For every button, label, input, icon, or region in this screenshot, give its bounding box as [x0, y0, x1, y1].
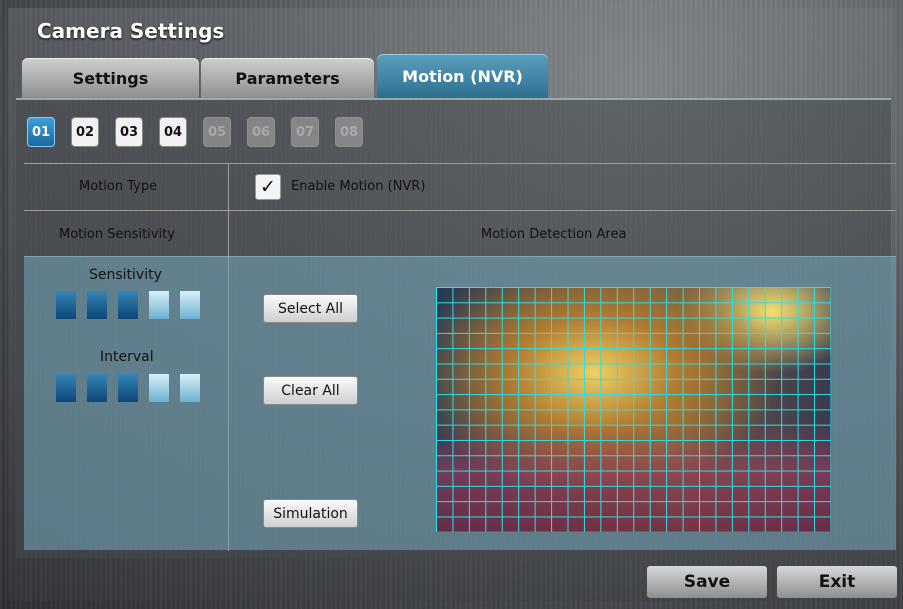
divider [24, 210, 896, 211]
window-title: Camera Settings [37, 19, 225, 43]
sensitivity-segment[interactable] [87, 291, 107, 319]
motion-sensitivity-header: Motion Sensitivity [59, 227, 175, 242]
interval-segment[interactable] [118, 374, 138, 402]
detection-grid-overlay[interactable] [436, 287, 831, 532]
channel-02-button[interactable]: 02 [71, 117, 99, 147]
divider [24, 163, 896, 164]
save-button[interactable]: Save [647, 566, 767, 598]
clear-all-button[interactable]: Clear All [263, 376, 358, 405]
channel-06-button: 06 [247, 117, 275, 147]
sensitivity-segment[interactable] [149, 291, 169, 319]
tab-parameters[interactable]: Parameters [201, 58, 374, 98]
exit-button[interactable]: Exit [777, 566, 897, 598]
sensitivity-segment[interactable] [180, 291, 200, 319]
channel-03-button[interactable]: 03 [115, 117, 143, 147]
tab-motion-nvr[interactable]: Motion (NVR) [377, 54, 548, 98]
motion-detection-area-header: Motion Detection Area [481, 227, 627, 242]
sensitivity-segment[interactable] [56, 291, 76, 319]
channel-05-button: 05 [203, 117, 231, 147]
interval-segment[interactable] [87, 374, 107, 402]
sensitivity-label: Sensitivity [89, 267, 162, 283]
interval-segment[interactable] [56, 374, 76, 402]
tab-settings[interactable]: Settings [22, 58, 199, 98]
checkmark-icon: ✓ [260, 176, 276, 198]
channel-04-button[interactable]: 04 [159, 117, 187, 147]
sensitivity-segment[interactable] [118, 291, 138, 319]
interval-segment[interactable] [180, 374, 200, 402]
motion-detection-grid[interactable] [436, 287, 831, 532]
interval-label: Interval [100, 349, 154, 365]
interval-segment[interactable] [149, 374, 169, 402]
channel-07-button: 07 [291, 117, 319, 147]
enable-motion-label: Enable Motion (NVR) [291, 179, 426, 194]
motion-type-label: Motion Type [79, 179, 158, 194]
select-all-button[interactable]: Select All [263, 294, 358, 323]
simulation-button[interactable]: Simulation [263, 499, 358, 528]
channel-08-button: 08 [335, 117, 363, 147]
enable-motion-checkbox[interactable]: ✓ [255, 174, 281, 200]
channel-01-button[interactable]: 01 [27, 117, 55, 147]
